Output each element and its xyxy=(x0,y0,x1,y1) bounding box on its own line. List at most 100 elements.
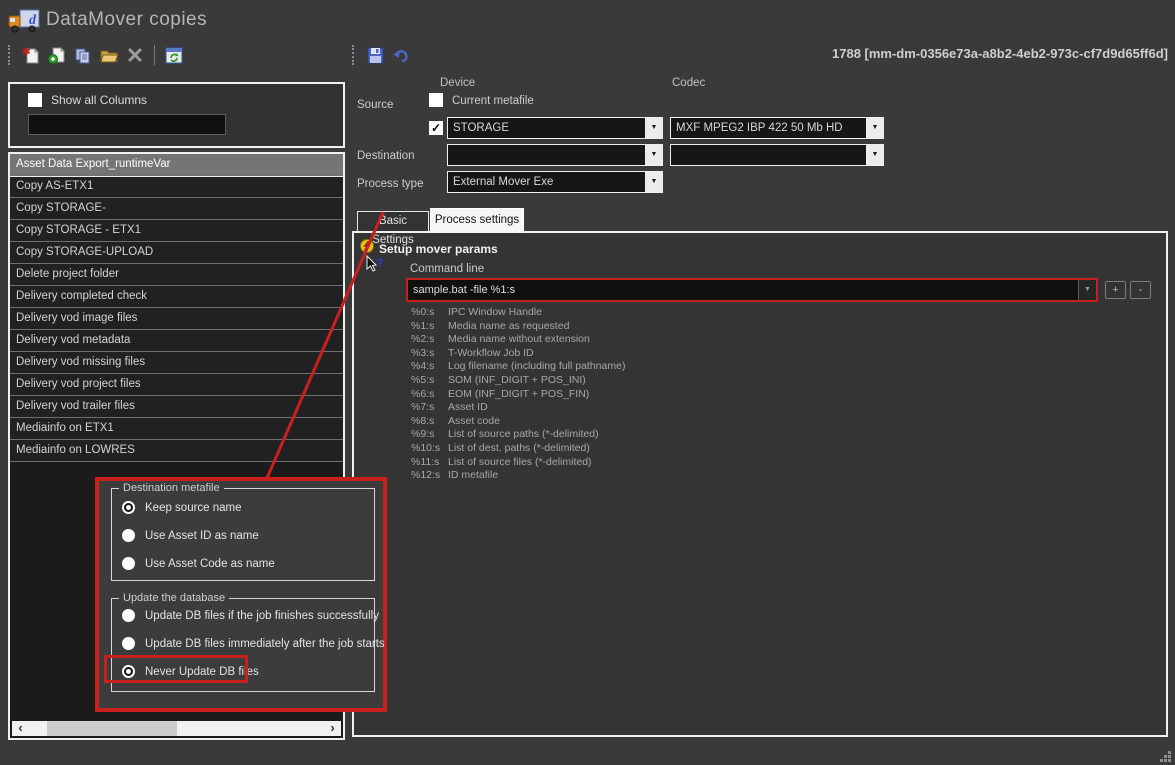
tab-process-settings[interactable]: Process settings xyxy=(430,208,524,233)
destination-device-combo[interactable]: ▼ xyxy=(447,144,663,166)
param-desc: Media name as requested xyxy=(448,320,569,332)
source-label: Source xyxy=(357,99,393,111)
param-desc: Log filename (including full pathname) xyxy=(448,360,625,372)
list-item[interactable]: Delivery vod trailer files xyxy=(10,396,343,418)
param-row: %7:sAsset ID xyxy=(411,401,625,415)
refresh-view-icon[interactable] xyxy=(163,44,185,66)
source-codec-value[interactable]: MXF MPEG2 IBP 422 50 Mb HD xyxy=(671,118,866,138)
param-desc: List of source files (*-delimited) xyxy=(448,456,592,468)
param-row: %5:sSOM (INF_DIGIT + POS_INI) xyxy=(411,374,625,388)
list-item[interactable]: Delivery vod image files xyxy=(10,308,343,330)
dropdown-arrow-icon[interactable]: ▼ xyxy=(645,172,662,192)
toolbar-grip-2[interactable] xyxy=(352,45,355,65)
source-codec-combo[interactable]: MXF MPEG2 IBP 422 50 Mb HD ▼ xyxy=(670,117,884,139)
command-line-value[interactable]: sample.bat -file %1:s xyxy=(408,280,1078,300)
param-row: %12:sID metafile xyxy=(411,469,625,483)
radio-option[interactable]: Update DB files immediately after the jo… xyxy=(122,637,385,650)
list-item[interactable]: Copy STORAGE - ETX1 xyxy=(10,220,343,242)
source-device-checkbox[interactable]: ✓ xyxy=(429,121,443,135)
radio-option[interactable]: Use Asset Code as name xyxy=(122,557,275,570)
radio-option[interactable]: Use Asset ID as name xyxy=(122,529,259,542)
horizontal-scrollbar[interactable]: ‹ › xyxy=(12,721,341,736)
destination-device-value[interactable] xyxy=(448,145,645,165)
radio-icon[interactable] xyxy=(122,609,135,622)
source-device-combo[interactable]: STORAGE ▼ xyxy=(447,117,663,139)
scroll-right-icon[interactable]: › xyxy=(324,721,341,736)
param-desc: List of source paths (*-delimited) xyxy=(448,428,599,440)
scroll-left-icon[interactable]: ‹ xyxy=(12,721,29,736)
param-row: %6:sEOM (INF_DIGIT + POS_FIN) xyxy=(411,388,625,402)
save-icon[interactable] xyxy=(364,44,386,66)
add-command-button[interactable]: + xyxy=(1105,281,1126,299)
list-item[interactable]: Copy STORAGE- xyxy=(10,198,343,220)
dropdown-arrow-icon[interactable]: ▼ xyxy=(645,145,662,165)
radio-option[interactable]: Update DB files if the job finishes succ… xyxy=(122,609,379,622)
delete-icon[interactable] xyxy=(124,44,146,66)
list-item[interactable]: Asset Data Export_runtimeVar xyxy=(10,154,343,176)
list-item[interactable]: Delivery vod missing files xyxy=(10,352,343,374)
radio-icon[interactable] xyxy=(122,529,135,542)
list-item[interactable]: Delivery vod project files xyxy=(10,374,343,396)
param-code: %2:s xyxy=(411,333,448,347)
param-code: %8:s xyxy=(411,415,448,429)
current-metafile-checkbox[interactable] xyxy=(429,93,443,107)
destination-codec-combo[interactable]: ▼ xyxy=(670,144,884,166)
add-copy-icon[interactable] xyxy=(46,44,68,66)
list-item[interactable]: Mediainfo on LOWRES xyxy=(10,440,343,462)
destination-label: Destination xyxy=(357,150,415,162)
list-item[interactable]: Mediainfo on ETX1 xyxy=(10,418,343,440)
param-code: %1:s xyxy=(411,320,448,334)
param-code: %4:s xyxy=(411,360,448,374)
param-code: %3:s xyxy=(411,347,448,361)
open-folder-icon[interactable] xyxy=(98,44,120,66)
basic-settings-popup: Destination metafile Keep source name Use … xyxy=(95,477,387,712)
tab-basic-settings[interactable]: Basic Settings xyxy=(357,211,429,231)
dropdown-arrow-icon[interactable]: ▼ xyxy=(866,118,883,138)
radio-label: Use Asset ID as name xyxy=(145,530,259,542)
dropdown-arrow-icon[interactable]: ▼ xyxy=(645,118,662,138)
radio-option[interactable]: Keep source name xyxy=(122,501,242,514)
show-all-columns-checkbox[interactable] xyxy=(28,93,42,107)
duplicate-icon[interactable] xyxy=(72,44,94,66)
param-code: %5:s xyxy=(411,374,448,388)
list-item[interactable]: Delivery completed check xyxy=(10,286,343,308)
list-item[interactable]: Copy STORAGE-UPLOAD xyxy=(10,242,343,264)
radio-icon[interactable] xyxy=(122,637,135,650)
param-desc: T-Workflow Job ID xyxy=(448,347,534,359)
param-code: %6:s xyxy=(411,388,448,402)
param-code: %9:s xyxy=(411,428,448,442)
scrollbar-thumb[interactable] xyxy=(47,721,177,736)
source-device-value[interactable]: STORAGE xyxy=(448,118,645,138)
list-item[interactable]: Copy AS-ETX1 xyxy=(10,176,343,198)
param-row: %9:sList of source paths (*-delimited) xyxy=(411,428,625,442)
process-type-combo[interactable]: External Mover Exe ▼ xyxy=(447,171,663,193)
destination-codec-value[interactable] xyxy=(671,145,866,165)
param-code: %11:s xyxy=(411,456,448,470)
param-desc: List of dest. paths (*-delimited) xyxy=(448,442,590,454)
command-line-combo[interactable]: sample.bat -file %1:s ▼ xyxy=(406,278,1098,302)
param-desc: IPC Window Handle xyxy=(448,306,542,318)
radio-label: Use Asset Code as name xyxy=(145,558,275,570)
command-line-label: Command line xyxy=(410,263,484,275)
filter-input[interactable] xyxy=(28,114,226,135)
current-metafile-label: Current metafile xyxy=(452,95,534,107)
svg-text:?: ? xyxy=(376,256,383,270)
group-legend: Destination metafile xyxy=(119,482,224,494)
toolbar-grip[interactable] xyxy=(8,45,11,65)
dropdown-arrow-icon[interactable]: ▼ xyxy=(866,145,883,165)
radio-icon[interactable] xyxy=(122,557,135,570)
list-item[interactable]: Delete project folder xyxy=(10,264,343,286)
toolbar-main: ✱ xyxy=(8,43,185,67)
param-desc: Asset ID xyxy=(448,401,488,413)
command-params-legend: %0:sIPC Window Handle%1:sMedia name as r… xyxy=(411,306,625,483)
resize-grip[interactable] xyxy=(1157,748,1171,762)
param-code: %7:s xyxy=(411,401,448,415)
list-item[interactable]: Delivery vod metadata xyxy=(10,330,343,352)
dropdown-arrow-icon[interactable]: ▼ xyxy=(1078,280,1096,300)
new-item-icon[interactable]: ✱ xyxy=(20,44,42,66)
param-desc: Media name without extension xyxy=(448,333,590,345)
remove-command-button[interactable]: - xyxy=(1130,281,1151,299)
radio-selected-icon[interactable] xyxy=(122,501,135,514)
process-type-value[interactable]: External Mover Exe xyxy=(448,172,645,192)
undo-icon[interactable] xyxy=(390,44,412,66)
